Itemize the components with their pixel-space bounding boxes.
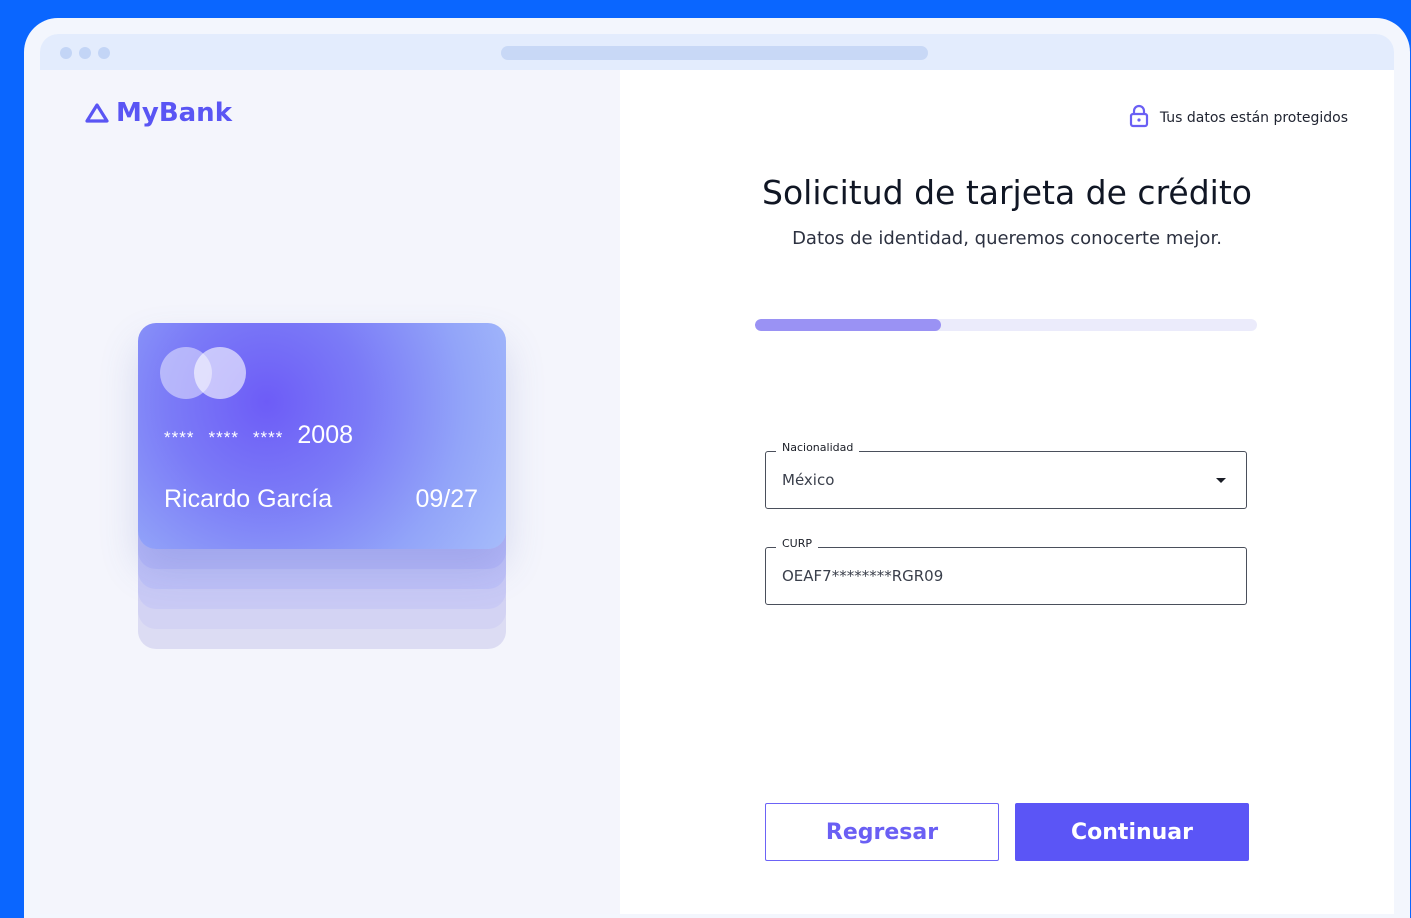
card-number-group: **** [164,428,195,447]
nationality-label: Nacionalidad [776,441,860,454]
curp-value[interactable]: OEAF7********RGR09 [782,567,943,585]
nationality-select[interactable]: Nacionalidad México [765,441,1247,509]
triangle-logo-icon [84,102,110,124]
page-subtitle: Datos de identidad, queremos conocerte m… [792,228,1222,249]
chevron-down-icon[interactable] [1216,478,1226,483]
back-button[interactable]: Regresar [765,803,999,861]
card-holder-name: Ricardo García [164,485,333,513]
address-bar[interactable] [501,46,928,60]
page-title: Solicitud de tarjeta de crédito [762,173,1252,212]
application-form-panel: Tus datos están protegidos Solicitud de … [620,70,1394,914]
continue-button[interactable]: Continuar [1015,803,1249,861]
security-notice-text: Tus datos están protegidos [1159,110,1348,126]
card-brand-circle-icon [194,347,246,399]
card-last-digits: 2008 [297,421,354,449]
card-number: **** **** **** 2008 [164,421,353,450]
card-expiry: 09/27 [415,485,478,513]
curp-field[interactable]: CURP OEAF7********RGR09 [765,537,1247,605]
brand-logo[interactable]: MyBank [84,98,232,128]
nationality-value: México [782,471,835,489]
browser-titlebar [40,34,1394,70]
window-dot-icon [98,47,110,59]
security-notice: Tus datos están protegidos [1129,104,1348,132]
card-number-group: **** [208,428,239,447]
window-dot-icon [60,47,72,59]
progress-bar [755,319,1257,331]
card-preview-panel: MyBank **** **** **** 2008 Ricardo Garcí… [40,70,620,914]
browser-window: MyBank **** **** **** 2008 Ricardo Garcí… [40,34,1394,914]
progress-fill [755,319,941,331]
brand-name: MyBank [116,98,232,128]
card-number-group: **** [252,428,284,447]
curp-label: CURP [776,537,819,550]
credit-card: **** **** **** 2008 Ricardo García 09/27 [138,323,506,549]
window-dot-icon [79,47,91,59]
lock-icon [1129,104,1149,132]
